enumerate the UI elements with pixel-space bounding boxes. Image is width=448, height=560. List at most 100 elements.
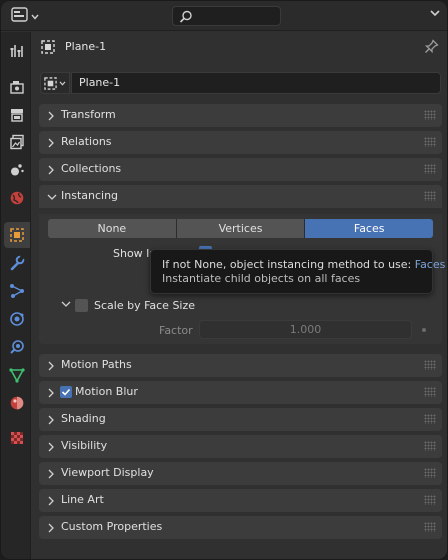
object-name-row: Plane-1 <box>40 72 441 94</box>
chevron-right-icon <box>48 469 54 479</box>
panel-visibility[interactable]: Visibility <box>39 435 442 458</box>
drag-handle-icon[interactable] <box>424 164 436 174</box>
wrench-icon <box>10 255 25 271</box>
tab-particles[interactable] <box>4 278 30 304</box>
drag-handle-icon[interactable] <box>424 495 436 505</box>
tooltip-value: Faces <box>414 258 446 271</box>
panel-label: Motion Paths <box>61 358 132 371</box>
properties-editor: Plane-1 Plane-1 Transform Relations Coll… <box>0 0 448 560</box>
tab-modifiers[interactable] <box>4 250 30 276</box>
motion-blur-checkbox[interactable] <box>60 386 72 398</box>
view-layer-icon <box>10 134 24 150</box>
tab-scene[interactable] <box>4 157 30 183</box>
scene-icon <box>11 164 24 176</box>
chevron-right-icon <box>48 388 54 398</box>
tab-output[interactable] <box>4 102 30 128</box>
panel-line-art[interactable]: Line Art <box>39 489 442 512</box>
tooltip: If not None, object instancing method to… <box>150 249 445 294</box>
editor-header <box>1 1 447 31</box>
chevron-down-icon <box>59 80 66 86</box>
instancing-option-vertices[interactable]: Vertices <box>176 219 306 238</box>
drag-handle-icon[interactable] <box>424 137 436 147</box>
factor-label: Factor <box>159 324 193 337</box>
panel-label: Transform <box>61 108 116 121</box>
texture-icon <box>11 432 23 444</box>
object-icon <box>10 228 24 242</box>
panel-instancing[interactable]: Instancing <box>39 185 442 208</box>
keyframe-dot-icon[interactable] <box>422 328 426 332</box>
scale-by-face-size-label: Scale by Face Size <box>94 299 196 312</box>
tab-material[interactable] <box>4 390 30 416</box>
drag-handle-icon[interactable] <box>424 387 436 397</box>
tab-view-layer[interactable] <box>4 129 30 155</box>
panel-label: Instancing <box>61 189 119 202</box>
tooltip-line-2: Instantiate child objects on all faces <box>162 272 361 285</box>
scale-by-face-size-checkbox[interactable] <box>75 299 88 312</box>
instancing-mode-selector: None Vertices Faces <box>48 219 434 238</box>
panel-label: Line Art <box>61 493 104 506</box>
mesh-data-icon <box>9 368 25 383</box>
collapse-header-button[interactable] <box>429 8 441 21</box>
particles-icon <box>10 284 24 298</box>
chevron-right-icon <box>48 138 54 148</box>
instancing-option-faces[interactable]: Faces <box>305 219 434 238</box>
drag-handle-icon[interactable] <box>424 191 436 201</box>
constraints-icon <box>10 340 24 354</box>
panel-collections[interactable]: Collections <box>39 158 442 181</box>
tab-object[interactable] <box>4 222 30 248</box>
panel-label: Custom Properties <box>61 520 163 533</box>
properties-tabs <box>1 32 31 559</box>
panel-transform[interactable]: Transform <box>39 104 442 127</box>
tab-render[interactable] <box>4 74 30 100</box>
panel-viewport-display[interactable]: Viewport Display <box>39 462 442 485</box>
chevron-right-icon <box>48 523 54 533</box>
search-icon <box>179 10 192 23</box>
physics-icon <box>10 312 24 326</box>
object-icon <box>44 76 57 90</box>
tab-texture[interactable] <box>4 425 30 451</box>
output-icon <box>11 109 23 122</box>
chevron-right-icon <box>48 111 54 121</box>
object-context-header: Plane-1 <box>32 32 447 62</box>
panel-motion-blur[interactable]: Motion Blur <box>39 381 442 404</box>
panel-label: Collections <box>61 162 122 175</box>
chevron-down-icon[interactable] <box>61 301 71 307</box>
tab-physics[interactable] <box>4 306 30 332</box>
chevron-right-icon <box>48 415 54 425</box>
object-title: Plane-1 <box>65 40 107 53</box>
panel-custom-properties[interactable]: Custom Properties <box>39 516 442 539</box>
drag-handle-icon[interactable] <box>424 360 436 370</box>
factor-field[interactable]: 1.000 <box>199 320 412 339</box>
tooltip-prefix: If not None, object instancing method to… <box>162 258 412 271</box>
object-type-dropdown[interactable] <box>40 72 70 94</box>
panel-label: Relations <box>61 135 112 148</box>
drag-handle-icon[interactable] <box>424 414 436 424</box>
checkmark-icon <box>61 388 71 396</box>
panel-label: Viewport Display <box>61 466 154 479</box>
drag-handle-icon[interactable] <box>424 468 436 478</box>
panel-relations[interactable]: Relations <box>39 131 442 154</box>
tab-data[interactable] <box>4 362 30 388</box>
drag-handle-icon[interactable] <box>424 441 436 451</box>
properties-content: Plane-1 Plane-1 Transform Relations Coll… <box>32 32 447 559</box>
chevron-down-icon <box>31 10 39 23</box>
chevron-right-icon <box>48 442 54 452</box>
properties-editor-icon <box>11 6 29 26</box>
drag-handle-icon[interactable] <box>424 110 436 120</box>
tooltip-line-1: If not None, object instancing method to… <box>162 258 445 271</box>
pin-icon[interactable] <box>424 39 439 57</box>
tab-constraints[interactable] <box>4 334 30 360</box>
instancing-option-none[interactable]: None <box>48 219 177 238</box>
tab-tool[interactable] <box>4 38 30 64</box>
object-name-field[interactable]: Plane-1 <box>71 72 441 94</box>
chevron-right-icon <box>48 496 54 506</box>
chevron-right-icon <box>48 165 54 175</box>
panel-label: Motion Blur <box>75 385 138 398</box>
editor-type-dropdown[interactable] <box>11 6 43 26</box>
tab-world[interactable] <box>4 185 30 211</box>
panel-motion-paths[interactable]: Motion Paths <box>39 354 442 377</box>
panel-shading[interactable]: Shading <box>39 408 442 431</box>
search-input[interactable] <box>172 6 281 26</box>
drag-handle-icon[interactable] <box>424 522 436 532</box>
panel-label: Visibility <box>61 439 108 452</box>
